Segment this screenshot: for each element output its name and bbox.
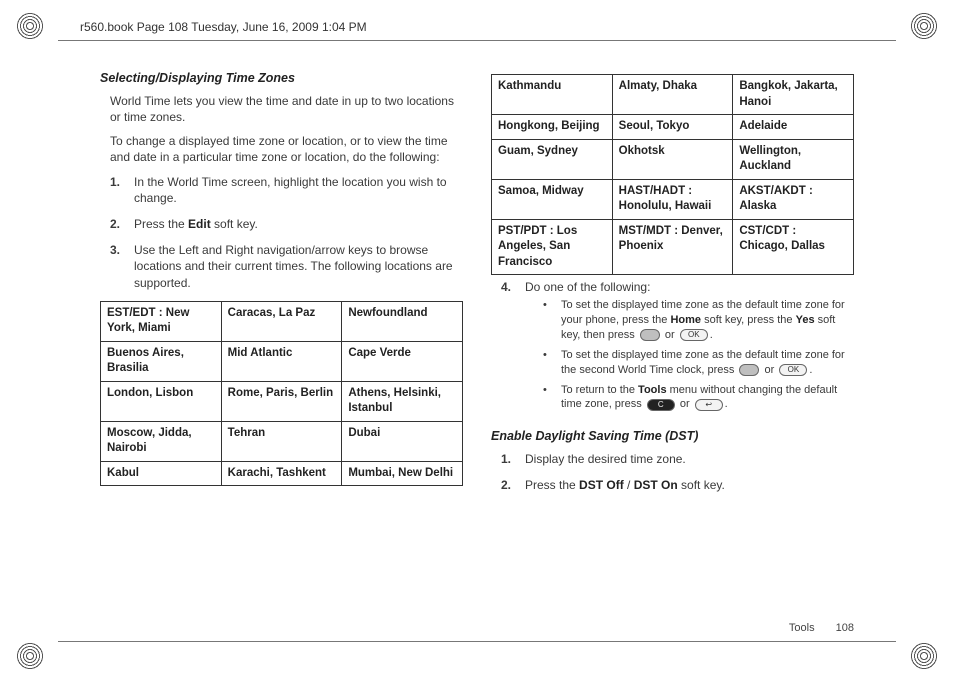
step-text: In the World Time screen, highlight the … xyxy=(134,174,463,206)
tz-cell: Bangkok, Jakarta, Hanoi xyxy=(733,75,854,115)
right-column: Kathmandu Almaty, Dhaka Bangkok, Jakarta… xyxy=(491,70,854,612)
bullet-item: To set the displayed time zone as the de… xyxy=(525,348,854,378)
page-number: 108 xyxy=(836,622,854,634)
nav-key-icon xyxy=(640,329,660,341)
tz-cell: MST/MDT : Denver, Phoenix xyxy=(612,219,733,275)
section-heading: Selecting/Displaying Time Zones xyxy=(100,70,463,87)
page-footer: Tools 108 xyxy=(789,621,854,636)
table-row: EST/EDT : New York, Miami Caracas, La Pa… xyxy=(101,301,463,341)
back-key-icon: ↩ xyxy=(695,399,723,411)
intro-text: To change a displayed time zone or locat… xyxy=(100,133,463,165)
tz-cell: Tehran xyxy=(221,421,342,461)
tz-cell: Rome, Paris, Berlin xyxy=(221,381,342,421)
step-text: Display the desired time zone. xyxy=(525,451,686,467)
table-row: Moscow, Jidda, Nairobi Tehran Dubai xyxy=(101,421,463,461)
tz-cell: Samoa, Midway xyxy=(492,179,613,219)
intro-text: World Time lets you view the time and da… xyxy=(100,93,463,125)
tz-cell: Seoul, Tokyo xyxy=(612,115,733,140)
timezone-table: EST/EDT : New York, Miami Caracas, La Pa… xyxy=(100,301,463,487)
tz-cell: Buenos Aires, Brasilia xyxy=(101,341,222,381)
tz-cell: Kathmandu xyxy=(492,75,613,115)
corner-ornament-icon xyxy=(910,12,938,40)
step-item: 2. Press the Edit soft key. xyxy=(100,216,463,232)
step-item: 3.Use the Left and Right navigation/arro… xyxy=(100,242,463,291)
tz-cell: Moscow, Jidda, Nairobi xyxy=(101,421,222,461)
table-row: London, Lisbon Rome, Paris, Berlin Athen… xyxy=(101,381,463,421)
tz-cell: Newfoundland xyxy=(342,301,463,341)
section-heading: Enable Daylight Saving Time (DST) xyxy=(491,428,854,445)
bullet-item: To set the displayed time zone as the de… xyxy=(525,298,854,343)
steps-list: 1.Display the desired time zone. 2. Pres… xyxy=(491,451,854,493)
tz-cell: CST/CDT : Chicago, Dallas xyxy=(733,219,854,275)
table-row: Kathmandu Almaty, Dhaka Bangkok, Jakarta… xyxy=(492,75,854,115)
step-text: Do one of the following: xyxy=(525,280,650,294)
clear-key-icon: C xyxy=(647,399,675,411)
tz-cell: Cape Verde xyxy=(342,341,463,381)
step-text: Use the Left and Right navigation/arrow … xyxy=(134,242,463,291)
corner-ornament-icon xyxy=(910,642,938,670)
step-text: Press the Edit soft key. xyxy=(134,216,258,232)
tz-cell: EST/EDT : New York, Miami xyxy=(101,301,222,341)
ok-key-icon: OK xyxy=(680,329,708,341)
table-row: PST/PDT : Los Angeles, San Francisco MST… xyxy=(492,219,854,275)
tz-cell: Hongkong, Beijing xyxy=(492,115,613,140)
tz-cell: Karachi, Tashkent xyxy=(221,461,342,486)
tz-cell: HAST/HADT : Honolulu, Hawaii xyxy=(612,179,733,219)
tz-cell: Caracas, La Paz xyxy=(221,301,342,341)
steps-list: 1.In the World Time screen, highlight th… xyxy=(100,174,463,291)
crop-line xyxy=(58,40,896,41)
corner-ornament-icon xyxy=(16,12,44,40)
step-item: 1.Display the desired time zone. xyxy=(491,451,854,467)
step-item: 2. Press the DST Off / DST On soft key. xyxy=(491,477,854,493)
tz-cell: AKST/AKDT : Alaska xyxy=(733,179,854,219)
table-row: Guam, Sydney Okhotsk Wellington, Aucklan… xyxy=(492,139,854,179)
table-row: Hongkong, Beijing Seoul, Tokyo Adelaide xyxy=(492,115,854,140)
table-row: Buenos Aires, Brasilia Mid Atlantic Cape… xyxy=(101,341,463,381)
ok-key-icon: OK xyxy=(779,364,807,376)
table-row: Kabul Karachi, Tashkent Mumbai, New Delh… xyxy=(101,461,463,486)
crop-line xyxy=(58,641,896,642)
steps-list: 4. Do one of the following: To set the d… xyxy=(491,279,854,418)
tz-cell: Athens, Helsinki, Istanbul xyxy=(342,381,463,421)
timezone-table: Kathmandu Almaty, Dhaka Bangkok, Jakarta… xyxy=(491,74,854,275)
tz-cell: PST/PDT : Los Angeles, San Francisco xyxy=(492,219,613,275)
document-header-note: r560.book Page 108 Tuesday, June 16, 200… xyxy=(80,20,367,34)
table-row: Samoa, Midway HAST/HADT : Honolulu, Hawa… xyxy=(492,179,854,219)
tz-cell: Kabul xyxy=(101,461,222,486)
step-item: 4. Do one of the following: To set the d… xyxy=(491,279,854,418)
tz-cell: Mumbai, New Delhi xyxy=(342,461,463,486)
page-body: Selecting/Displaying Time Zones World Ti… xyxy=(100,70,854,612)
bullet-list: To set the displayed time zone as the de… xyxy=(525,298,854,412)
tz-cell: Okhotsk xyxy=(612,139,733,179)
corner-ornament-icon xyxy=(16,642,44,670)
tz-cell: Dubai xyxy=(342,421,463,461)
bullet-item: To return to the Tools menu without chan… xyxy=(525,383,854,413)
left-column: Selecting/Displaying Time Zones World Ti… xyxy=(100,70,463,612)
tz-cell: Almaty, Dhaka xyxy=(612,75,733,115)
tz-cell: Adelaide xyxy=(733,115,854,140)
step-text: Press the DST Off / DST On soft key. xyxy=(525,477,725,493)
footer-section-label: Tools xyxy=(789,622,815,634)
tz-cell: Mid Atlantic xyxy=(221,341,342,381)
tz-cell: Wellington, Auckland xyxy=(733,139,854,179)
tz-cell: Guam, Sydney xyxy=(492,139,613,179)
tz-cell: London, Lisbon xyxy=(101,381,222,421)
nav-key-icon xyxy=(739,364,759,376)
step-item: 1.In the World Time screen, highlight th… xyxy=(100,174,463,206)
